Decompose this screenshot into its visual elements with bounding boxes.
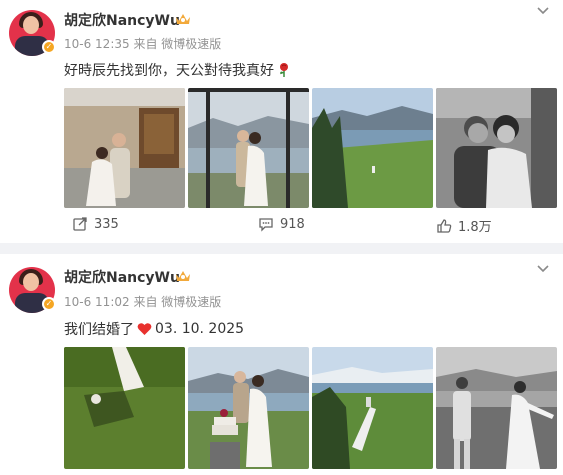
weibo-post: ✓ 胡定欣NancyWu 10-6 11:02 来自 微博极速版 我们结婚了 0…: [0, 254, 563, 475]
repost-button[interactable]: 335: [72, 216, 119, 232]
author-name[interactable]: 胡定欣NancyWu: [64, 10, 180, 30]
post-image[interactable]: [312, 347, 433, 469]
post-image[interactable]: [436, 347, 557, 469]
post-meta: 10-6 11:02 来自 微博极速版: [64, 295, 222, 309]
post-image[interactable]: [188, 347, 309, 469]
image-grid: [64, 347, 557, 469]
comment-count: 918: [280, 216, 305, 232]
crown-badge-icon: [176, 271, 190, 281]
post-text-date: 03. 10. 2025: [155, 321, 245, 337]
like-count: 1.8万: [458, 220, 492, 235]
post-meta: 10-6 12:35 来自 微博极速版: [64, 37, 222, 51]
post-text-content: 好時辰先找到你，天公對待我真好: [64, 63, 274, 79]
post-text-content: 我们结婚了: [64, 322, 134, 338]
post-text: 我们结婚了 03. 10. 2025: [64, 319, 244, 339]
chevron-down-icon[interactable]: [536, 6, 550, 16]
thumbs-up-icon: [437, 218, 452, 233]
author-name[interactable]: 胡定欣NancyWu: [64, 267, 180, 287]
weibo-post: ✓ 胡定欣NancyWu 10-6 12:35 来自 微博极速版 好時辰先找到你…: [0, 0, 563, 243]
post-image[interactable]: [64, 347, 185, 469]
comment-icon: [259, 218, 273, 232]
post-separator: [0, 243, 563, 254]
repost-icon: [73, 217, 87, 231]
post-image[interactable]: [64, 88, 185, 208]
crown-badge-icon: [176, 14, 190, 24]
post-image[interactable]: [188, 88, 309, 208]
red-heart-icon: [137, 323, 152, 335]
post-image[interactable]: [312, 88, 433, 208]
action-bar: 335 918 1.8万: [0, 216, 563, 236]
post-image[interactable]: [436, 88, 557, 208]
repost-count: 335: [94, 216, 119, 232]
rose-icon: [280, 63, 288, 77]
verified-badge-icon: ✓: [42, 297, 56, 311]
image-grid: [64, 88, 557, 208]
comment-button[interactable]: 918: [258, 216, 305, 232]
verified-badge-icon: ✓: [42, 40, 56, 54]
post-text: 好時辰先找到你，天公對待我真好: [64, 60, 291, 80]
like-button[interactable]: 1.8万: [436, 216, 492, 235]
chevron-down-icon[interactable]: [536, 264, 550, 274]
